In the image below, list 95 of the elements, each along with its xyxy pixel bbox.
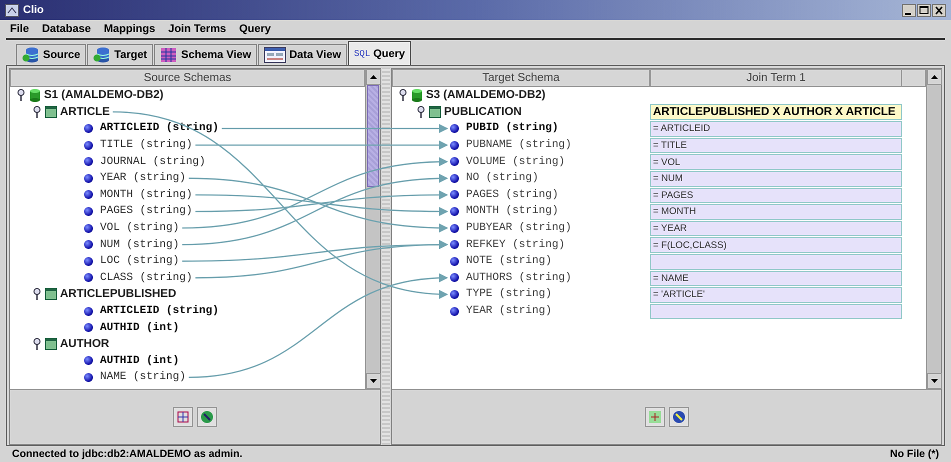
menu-item[interactable]: Query: [239, 23, 271, 35]
tab[interactable]: Schema View: [154, 44, 258, 65]
join-cell[interactable]: [650, 304, 902, 320]
grid-icon: [160, 47, 178, 63]
field-node[interactable]: PUBID (string): [466, 122, 558, 134]
scrollbar[interactable]: [926, 69, 941, 389]
field-node[interactable]: TYPE (string): [466, 288, 552, 300]
join-cell[interactable]: = YEAR: [650, 220, 902, 236]
graph-button[interactable]: [644, 407, 664, 427]
tab[interactable]: SQL Query: [348, 41, 412, 65]
field-node[interactable]: PAGES (string): [466, 188, 558, 201]
tab[interactable]: Source: [16, 44, 86, 65]
menu-item[interactable]: Mappings: [104, 23, 156, 35]
join-cell[interactable]: = ARTICLEID: [650, 121, 902, 137]
table-node[interactable]: ARTICLE: [60, 106, 110, 118]
join-cell[interactable]: [650, 254, 902, 270]
table-node[interactable]: PUBLICATION: [444, 106, 522, 118]
join-cell[interactable]: = VOL: [650, 154, 902, 170]
expander-icon[interactable]: [416, 104, 426, 119]
scrollbar[interactable]: [365, 69, 380, 389]
sql-label: SQL: [354, 48, 370, 58]
database-icon: [411, 88, 423, 102]
field-node[interactable]: ARTICLEID (string): [100, 305, 219, 318]
join-cell[interactable]: = NUM: [650, 170, 902, 187]
field-node[interactable]: PAGES (string): [100, 205, 192, 218]
database-icon: [22, 47, 40, 63]
field-node[interactable]: AUTHID (int): [100, 322, 180, 334]
status-text: Connected to jdbc:db2:AMALDEMO as admin.: [12, 448, 242, 460]
field-node[interactable]: PUBNAME (string): [466, 139, 572, 152]
field-node[interactable]: NO (string): [466, 172, 539, 184]
window-title: Clio: [23, 4, 44, 16]
field-node[interactable]: VOLUME (string): [466, 156, 566, 168]
graph-button[interactable]: [173, 407, 193, 427]
globe-button[interactable]: [197, 407, 217, 427]
table-icon: [429, 106, 441, 118]
field-node[interactable]: VOL (string): [100, 222, 180, 234]
tab[interactable]: Target: [87, 44, 154, 65]
column-header[interactable]: Source Schemas: [10, 69, 365, 87]
field-node[interactable]: NAME (string): [100, 371, 186, 384]
globe-button[interactable]: [668, 407, 688, 427]
table-node[interactable]: AUTHOR: [60, 338, 110, 350]
header-filler: [902, 69, 926, 87]
tab[interactable]: Data View: [258, 44, 348, 65]
maximize-icon[interactable]: [917, 4, 931, 16]
scroll-down-icon[interactable]: [366, 373, 381, 389]
scroll-thumb[interactable]: [367, 85, 379, 187]
scroll-up-icon[interactable]: [927, 69, 942, 85]
table-icon: [45, 106, 57, 118]
field-node[interactable]: REFKEY (string): [466, 238, 566, 251]
expander-icon[interactable]: [32, 104, 42, 119]
menu-item[interactable]: Database: [42, 23, 91, 35]
field-node[interactable]: CLASS (string): [100, 272, 192, 284]
table-node[interactable]: ARTICLEPUBLISHED: [60, 288, 176, 300]
close-icon[interactable]: [932, 4, 946, 16]
window-icon: [264, 47, 286, 63]
column-header[interactable]: Target Schema: [392, 69, 650, 87]
table-icon: [45, 288, 57, 300]
join-cell[interactable]: = PAGES: [650, 188, 902, 204]
join-cell[interactable]: = TITLE: [650, 138, 902, 154]
field-node[interactable]: YEAR (string): [100, 172, 186, 184]
field-node[interactable]: AUTHID (int): [100, 354, 180, 367]
app-icon: [5, 4, 19, 16]
field-node[interactable]: MONTH (string): [100, 188, 192, 201]
join-cell[interactable]: = 'ARTICLE': [650, 287, 902, 303]
file-status: No File (*): [890, 448, 939, 460]
expander-icon[interactable]: [398, 88, 408, 102]
expander-icon[interactable]: [16, 88, 26, 102]
field-node[interactable]: JOURNAL (string): [100, 156, 206, 168]
expander-icon[interactable]: [32, 337, 42, 352]
scroll-up-icon[interactable]: [366, 69, 381, 85]
database-icon: [93, 47, 112, 63]
minimize-icon[interactable]: [902, 4, 916, 16]
field-node[interactable]: MONTH (string): [466, 205, 558, 218]
field-node[interactable]: LOC (string): [100, 255, 180, 268]
menu-item[interactable]: File: [10, 23, 29, 35]
field-node[interactable]: AUTHORS (string): [466, 272, 572, 284]
field-node[interactable]: YEAR (string): [466, 305, 552, 318]
join-title: ARTICLEPUBLISHED X AUTHOR X ARTICLE: [650, 104, 902, 120]
expander-icon[interactable]: [32, 287, 42, 302]
graph-icon: [176, 410, 190, 424]
field-node[interactable]: TITLE (string): [100, 139, 192, 152]
join-cell[interactable]: = F(LOC,CLASS): [650, 237, 902, 253]
schema-node[interactable]: S3 (AMALDEMO-DB2): [426, 89, 546, 102]
schema-node[interactable]: S1 (AMALDEMO-DB2): [44, 89, 164, 102]
column-header[interactable]: Join Term 1: [650, 69, 902, 87]
join-cell[interactable]: = MONTH: [650, 204, 902, 220]
field-node[interactable]: NUM (string): [100, 238, 180, 251]
field-node[interactable]: NOTE (string): [466, 255, 552, 268]
field-node[interactable]: PUBYEAR (string): [466, 222, 572, 234]
join-cell[interactable]: = NAME: [650, 270, 902, 286]
menu-item[interactable]: Join Terms: [168, 23, 226, 35]
scroll-down-icon[interactable]: [927, 373, 942, 389]
graph-icon: [648, 410, 662, 424]
database-icon: [29, 88, 41, 102]
table-icon: [45, 338, 57, 350]
